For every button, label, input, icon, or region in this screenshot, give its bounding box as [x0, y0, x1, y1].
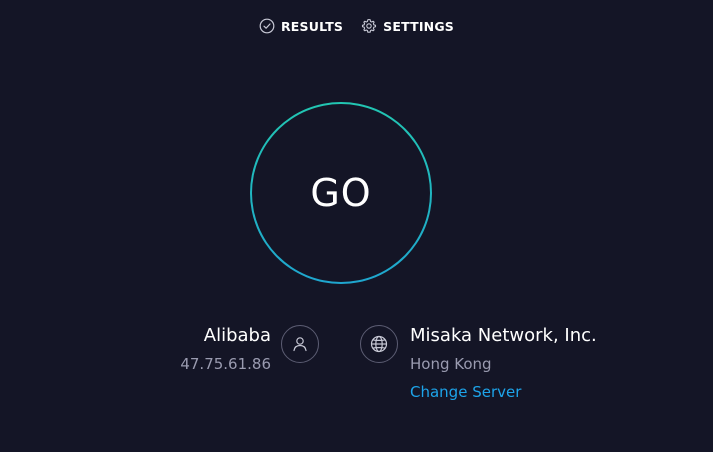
change-server-link[interactable]: Change Server	[410, 378, 700, 406]
host-ip: 47.75.61.86	[180, 355, 271, 373]
settings-nav-button[interactable]: SETTINGS	[361, 16, 454, 36]
check-circle-icon	[259, 18, 275, 34]
server-info: Misaka Network, Inc. Hong Kong Change Se…	[410, 322, 700, 406]
host-provider: Alibaba	[203, 325, 271, 346]
gear-icon	[361, 18, 377, 34]
user-icon	[281, 325, 319, 363]
go-button[interactable]: GO	[250, 102, 432, 284]
go-button-inner: GO	[252, 104, 430, 282]
top-nav: RESULTS SETTINGS	[0, 16, 713, 36]
go-button-wrapper: GO	[250, 102, 432, 284]
globe-icon	[360, 325, 398, 363]
results-nav-label: RESULTS	[280, 18, 344, 34]
server-name: Misaka Network, Inc.	[410, 325, 597, 346]
server-location: Hong Kong	[410, 355, 492, 373]
host-info: Alibaba 47.75.61.86	[150, 322, 271, 378]
results-nav-button[interactable]: RESULTS	[259, 16, 343, 36]
settings-nav-label: SETTINGS	[383, 18, 454, 34]
go-label: GO	[310, 171, 372, 215]
